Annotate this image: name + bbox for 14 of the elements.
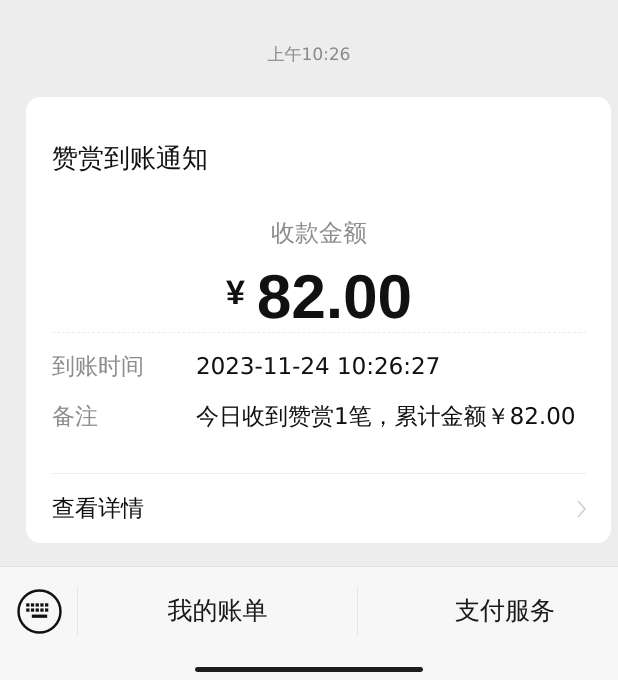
menu-button[interactable]: 支付服务 <box>455 596 555 626</box>
card-title: 赞赏到账通知 <box>52 144 208 174</box>
detail-label: 备注 <box>52 403 98 432</box>
amount-label: 收款金额 <box>271 218 367 248</box>
amount-value: 82.00 <box>256 266 412 330</box>
menu-button[interactable]: 我的账单 <box>168 596 268 626</box>
chevron-right-icon <box>577 500 586 518</box>
message-timestamp: 上午10:26 <box>268 44 350 67</box>
detail-label: 到账时间 <box>52 353 144 382</box>
keyboard-icon[interactable] <box>17 588 62 634</box>
view-details-link[interactable]: 查看详情 <box>52 494 586 524</box>
detail-value: 今日收到赞赏1笔，累计金额￥82.00 <box>196 403 576 432</box>
detail-value: 2023-11-24 10:26:27 <box>196 353 440 382</box>
currency-symbol: ¥ <box>226 273 245 313</box>
